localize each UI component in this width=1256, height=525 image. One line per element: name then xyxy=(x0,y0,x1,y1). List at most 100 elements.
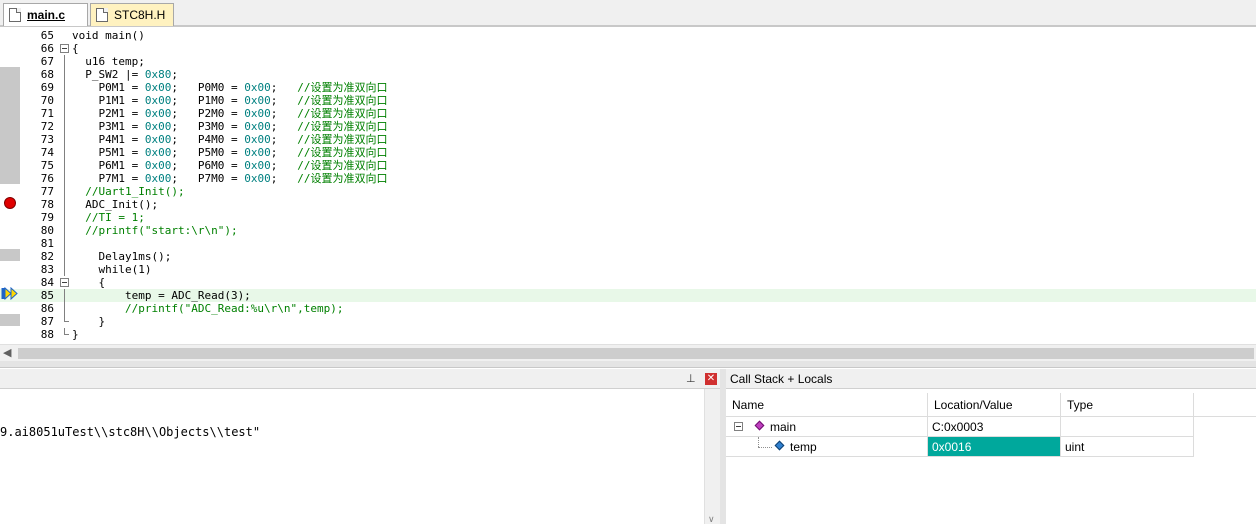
line-number: 73 xyxy=(40,133,54,146)
column-header-name[interactable]: Name xyxy=(726,393,928,417)
code-token: ; P3M0 = xyxy=(171,120,245,133)
code-text: //Uart1_Init(); xyxy=(72,185,185,198)
column-headers: Name Location/Value Type xyxy=(726,393,1256,417)
value-cell[interactable]: 0x0016 xyxy=(928,437,1061,457)
code-line[interactable]: 70 P1M1 = 0x00; P1M0 = 0x00; //设置为准双向口 xyxy=(0,94,1256,107)
code-line[interactable]: 75 P6M1 = 0x00; P6M0 = 0x00; //设置为准双向口 xyxy=(0,159,1256,172)
code-text: } xyxy=(72,315,105,328)
code-token: P3M1 = xyxy=(72,120,145,133)
code-text: P3M1 = 0x00; P3M0 = 0x00; //设置为准双向口 xyxy=(72,120,387,133)
line-number: 80 xyxy=(40,224,54,237)
code-line[interactable]: 72 P3M1 = 0x00; P3M0 = 0x00; //设置为准双向口 xyxy=(0,120,1256,133)
output-text: 9.ai8051uTest\\stc8H\\Objects\\test" xyxy=(0,425,261,439)
line-number: 86 xyxy=(40,302,54,315)
horizontal-splitter[interactable] xyxy=(0,361,1256,368)
code-line[interactable]: 79 //TI = 1; xyxy=(0,211,1256,224)
code-token: ; P4M0 = xyxy=(171,133,245,146)
pin-icon[interactable]: ⊥ xyxy=(686,372,698,386)
fold-line xyxy=(60,185,69,198)
tab-main-c[interactable]: main.c xyxy=(3,3,88,26)
comment-token: //设置为准双向口 xyxy=(297,159,388,172)
local-variable-row[interactable]: temp 0x0016 uint xyxy=(726,437,1194,457)
code-token: ; xyxy=(270,81,298,94)
code-line[interactable]: 80 //printf("start:\r\n"); xyxy=(0,224,1256,237)
code-text: P2M1 = 0x00; P2M0 = 0x00; //设置为准双向口 xyxy=(72,107,387,120)
tree-connector xyxy=(758,437,759,447)
code-line[interactable]: 67 u16 temp; xyxy=(0,55,1256,68)
close-icon[interactable]: ✕ xyxy=(705,373,717,385)
code-line[interactable]: 69 P0M1 = 0x00; P0M0 = 0x00; //设置为准双向口 xyxy=(0,81,1256,94)
code-text: P5M1 = 0x00; P5M0 = 0x00; //设置为准双向口 xyxy=(72,146,387,159)
fold-toggle-icon[interactable] xyxy=(60,276,69,289)
code-editor[interactable]: 65 void main() 66 {67 u16 temp; 68 P_SW2 |= … xyxy=(0,29,1256,344)
row-name: main xyxy=(770,420,797,434)
tab-stc8h-h[interactable]: STC8H.H xyxy=(90,3,174,26)
line-number: 66 xyxy=(40,42,54,55)
tab-label: main.c xyxy=(27,8,66,22)
code-text: ADC_Init(); xyxy=(72,198,158,211)
line-number: 82 xyxy=(40,250,54,263)
code-text: P4M1 = 0x00; P4M0 = 0x00; //设置为准双向口 xyxy=(72,133,387,146)
code-text: u16 temp; xyxy=(72,55,145,68)
collapse-toggle-icon[interactable] xyxy=(734,422,743,431)
code-line[interactable]: 74 P5M1 = 0x00; P5M0 = 0x00; //设置为准双向口 xyxy=(0,146,1256,159)
code-line[interactable]: 71 P2M1 = 0x00; P2M0 = 0x00; //设置为准双向口 xyxy=(0,107,1256,120)
fold-toggle-icon[interactable] xyxy=(60,42,69,55)
code-token: void main() xyxy=(72,29,145,42)
code-token: P0M1 = xyxy=(72,81,145,94)
code-token: ; P0M0 = xyxy=(171,81,245,94)
code-token: } xyxy=(72,328,79,341)
column-header-location[interactable]: Location/Value xyxy=(928,393,1061,417)
output-vertical-scrollbar[interactable]: ∨ xyxy=(704,389,720,524)
line-number: 88 xyxy=(40,328,54,341)
code-text: P0M1 = 0x00; P0M0 = 0x00; //设置为准双向口 xyxy=(72,81,387,94)
scrollbar-thumb[interactable] xyxy=(18,348,1254,359)
line-number: 74 xyxy=(40,146,54,159)
code-line[interactable]: 83 while(1) xyxy=(0,263,1256,276)
code-line[interactable]: 65 void main() xyxy=(0,29,1256,42)
hex-literal-token: 0x00 xyxy=(144,107,172,120)
scroll-down-icon[interactable]: ∨ xyxy=(708,514,715,525)
code-token: ; xyxy=(270,172,298,185)
code-line[interactable]: 77 //Uart1_Init(); xyxy=(0,185,1256,198)
comment-token: //Uart1_Init(); xyxy=(72,185,185,198)
code-token: { xyxy=(72,42,79,55)
fold-line xyxy=(60,250,69,263)
code-line[interactable]: 66 { xyxy=(0,42,1256,55)
editor-tab-bar: main.c STC8H.H xyxy=(0,0,1256,27)
line-number: 70 xyxy=(40,94,54,107)
hex-literal-token: 0x00 xyxy=(244,107,271,120)
code-line[interactable]: 86 //printf("ADC_Read:%u\r\n",temp); xyxy=(0,302,1256,315)
code-text: P1M1 = 0x00; P1M0 = 0x00; //设置为准双向口 xyxy=(72,94,387,107)
breakpoint-icon[interactable] xyxy=(4,197,16,209)
code-line[interactable]: 73 P4M1 = 0x00; P4M0 = 0x00; //设置为准双向口 xyxy=(0,133,1256,146)
fold-line xyxy=(60,146,69,159)
code-token: P6M1 = xyxy=(72,159,145,172)
code-token: ; P5M0 = xyxy=(171,146,245,159)
call-stack-row[interactable]: main C:0x0003 xyxy=(726,417,1194,437)
code-line[interactable]: 88} xyxy=(0,328,1256,341)
line-number: 72 xyxy=(40,120,54,133)
code-text: //printf("start:\r\n"); xyxy=(72,224,237,237)
code-line[interactable]: 78 ADC_Init(); xyxy=(0,198,1256,211)
comment-token: //TI = 1; xyxy=(72,211,145,224)
code-line[interactable]: 84 { xyxy=(0,276,1256,289)
code-token: ; xyxy=(270,94,298,107)
hex-literal-token: 0x00 xyxy=(144,94,172,107)
scroll-left-icon[interactable]: ◀ xyxy=(3,346,11,359)
code-token: ; xyxy=(270,159,298,172)
code-line[interactable]: 68 P_SW2 |= 0x80; xyxy=(0,68,1256,81)
editor-horizontal-scrollbar[interactable]: ◀ xyxy=(0,344,1256,361)
fold-line xyxy=(60,120,69,133)
fold-line xyxy=(60,198,69,211)
fold-line xyxy=(60,289,69,302)
code-text: //printf("ADC_Read:%u\r\n",temp); xyxy=(72,302,344,315)
column-header-type[interactable]: Type xyxy=(1061,393,1194,417)
code-line[interactable]: 82 Delay1ms(); xyxy=(0,250,1256,263)
code-line[interactable]: 81 xyxy=(0,237,1256,250)
code-text: temp = ADC_Read(3); xyxy=(72,289,251,302)
comment-token: //设置为准双向口 xyxy=(297,120,388,133)
code-line[interactable]: 85 temp = ADC_Read(3); xyxy=(0,289,1256,302)
code-line[interactable]: 87 } xyxy=(0,315,1256,328)
code-line[interactable]: 76 P7M1 = 0x00; P7M0 = 0x00; //设置为准双向口 xyxy=(0,172,1256,185)
